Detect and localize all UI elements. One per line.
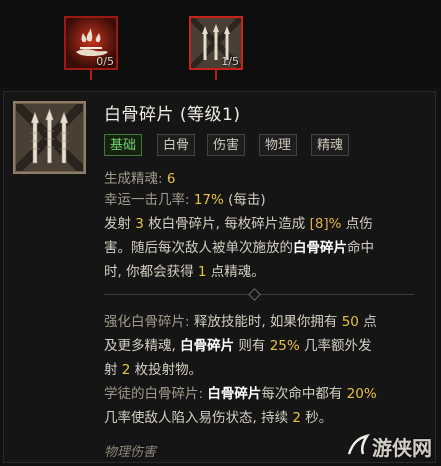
bone-splinters-large-icon — [11, 99, 88, 176]
skill-connector — [215, 70, 217, 80]
skill-slot-bone-splinters[interactable]: 1/5 — [188, 15, 244, 71]
upgrade-line: 学徒的白骨碎片: 白骨碎片每次命中都有 20% — [104, 386, 377, 402]
enhancement-line: 强化白骨碎片: 释放技能时, 如果你拥有 50 点 — [104, 314, 377, 330]
skill-tree-bar: 0/5 1/5 — [0, 0, 441, 88]
description-line: 时, 你都会获得 1 点精魂。 — [104, 264, 265, 280]
description-line: 发射 3 枚白骨碎片, 每枚碎片造成 [8]% 点伤 — [104, 216, 373, 232]
skill-title: 白骨碎片 (等级1) — [104, 105, 241, 125]
tag-essence: 精魂 — [311, 134, 350, 156]
watermark: 游侠网 — [372, 436, 432, 460]
skill-rank: 1/5 — [221, 55, 239, 68]
watermark-logo-icon — [347, 434, 370, 455]
damage-type: 物理伤害 — [104, 445, 157, 460]
essence-generation: 生成精魂: 6 — [104, 171, 176, 187]
enhancement-line: 及更多精魂, 白骨碎片 则有 25% 几率额外发 — [104, 338, 372, 354]
lucky-hit-chance: 幸运一击几率: 17% (每击) — [104, 192, 266, 208]
tag-damage: 伤害 — [207, 134, 246, 156]
skill-rank: 0/5 — [96, 55, 114, 68]
enhancement-line: 射 2 枚投射物。 — [104, 362, 203, 378]
tag-bone: 白骨 — [157, 134, 196, 156]
description-line: 害。随后每次敌人被单次施放的白骨碎片命中 — [104, 240, 374, 256]
skill-connector — [90, 70, 92, 80]
upgrade-line: 几率使敌人陷入易伤状态, 持续 2 秒。 — [104, 410, 333, 426]
tag-physical: 物理 — [259, 134, 298, 156]
tag-basic: 基础 — [104, 134, 143, 156]
skill-slot-blood[interactable]: 0/5 — [64, 16, 118, 70]
